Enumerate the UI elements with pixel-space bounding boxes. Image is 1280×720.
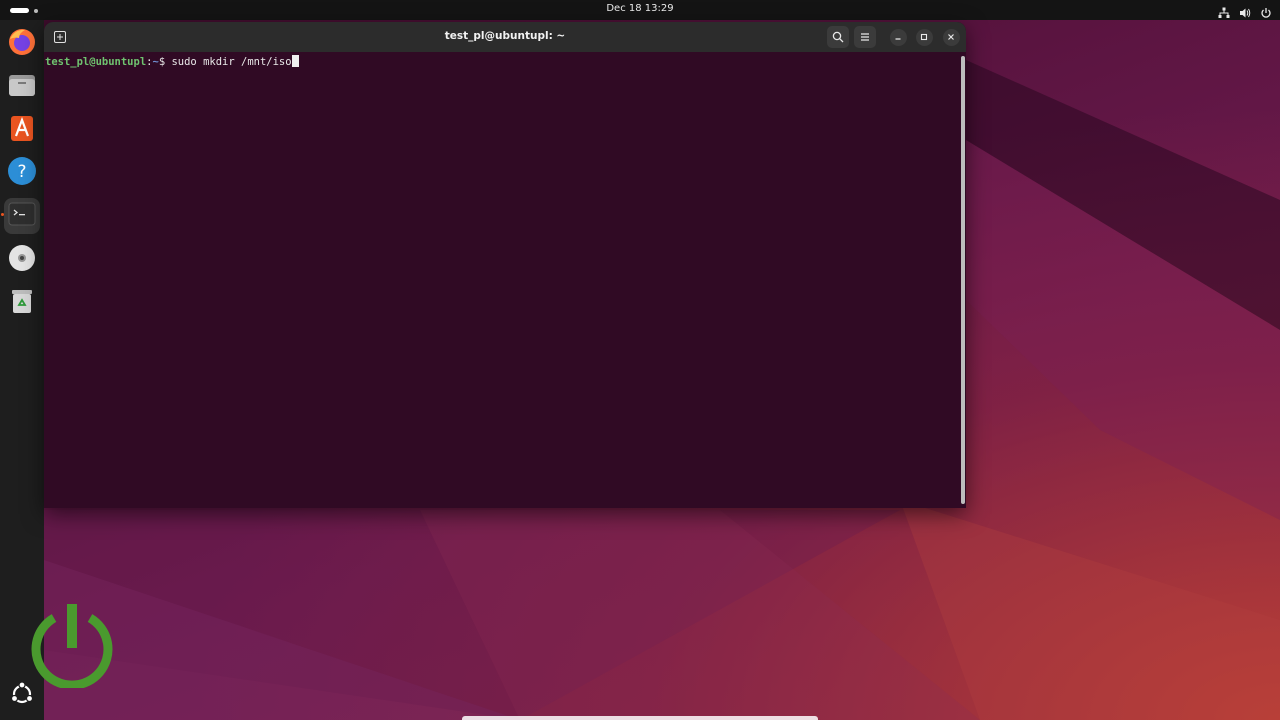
trash-icon — [7, 286, 37, 320]
files-icon — [7, 70, 37, 104]
text-cursor — [291, 55, 299, 67]
command-text: sudo mkdir /mnt/iso — [171, 56, 292, 68]
system-tray[interactable] — [1218, 3, 1272, 18]
dock-item-app-center[interactable] — [4, 112, 40, 148]
dock-item-trash[interactable] — [4, 285, 40, 321]
terminal-window[interactable]: test_pl@ubuntupl: ~ test_pl@ubuntupl:~$ … — [44, 22, 966, 508]
terminal-titlebar[interactable]: test_pl@ubuntupl: ~ — [44, 22, 966, 52]
terminal-output[interactable]: test_pl@ubuntupl:~$ sudo mkdir /mnt/iso — [44, 52, 960, 508]
prompt-user: test_pl@ubuntupl — [45, 56, 147, 68]
search-button[interactable] — [827, 26, 849, 48]
disc-icon — [7, 243, 37, 277]
hamburger-menu-icon — [859, 28, 871, 47]
close-icon — [942, 28, 960, 46]
clock[interactable]: Dec 18 13:29 — [0, 3, 1280, 14]
top-bar: Dec 18 13:29 — [0, 0, 1280, 20]
maximize-icon — [915, 28, 933, 46]
volume-icon[interactable] — [1239, 4, 1251, 18]
command-line[interactable]: test_pl@ubuntupl:~$ sudo mkdir /mnt/iso — [45, 55, 299, 68]
help-icon: ? — [7, 156, 37, 190]
terminal-icon — [8, 200, 36, 232]
minimize-button[interactable] — [887, 26, 909, 48]
dock-item-disc[interactable] — [4, 242, 40, 278]
search-icon — [832, 28, 844, 47]
svg-text:?: ? — [17, 162, 26, 182]
firefox-icon — [7, 27, 37, 61]
power-icon[interactable] — [1260, 4, 1272, 18]
bottom-edge-bar — [462, 716, 818, 720]
dock-item-files[interactable] — [4, 69, 40, 105]
power-logo-watermark — [28, 600, 116, 690]
scrollbar[interactable] — [961, 56, 965, 504]
close-button[interactable] — [940, 26, 962, 48]
maximize-button[interactable] — [913, 26, 935, 48]
minimize-icon — [889, 28, 907, 46]
network-icon[interactable] — [1218, 4, 1230, 18]
dock-item-terminal[interactable] — [4, 198, 40, 234]
menu-button[interactable] — [854, 26, 876, 48]
app-center-icon — [7, 113, 37, 147]
dock-item-help[interactable]: ? — [4, 155, 40, 191]
dock-item-firefox[interactable] — [4, 26, 40, 62]
prompt-symbol: $ — [158, 56, 172, 68]
